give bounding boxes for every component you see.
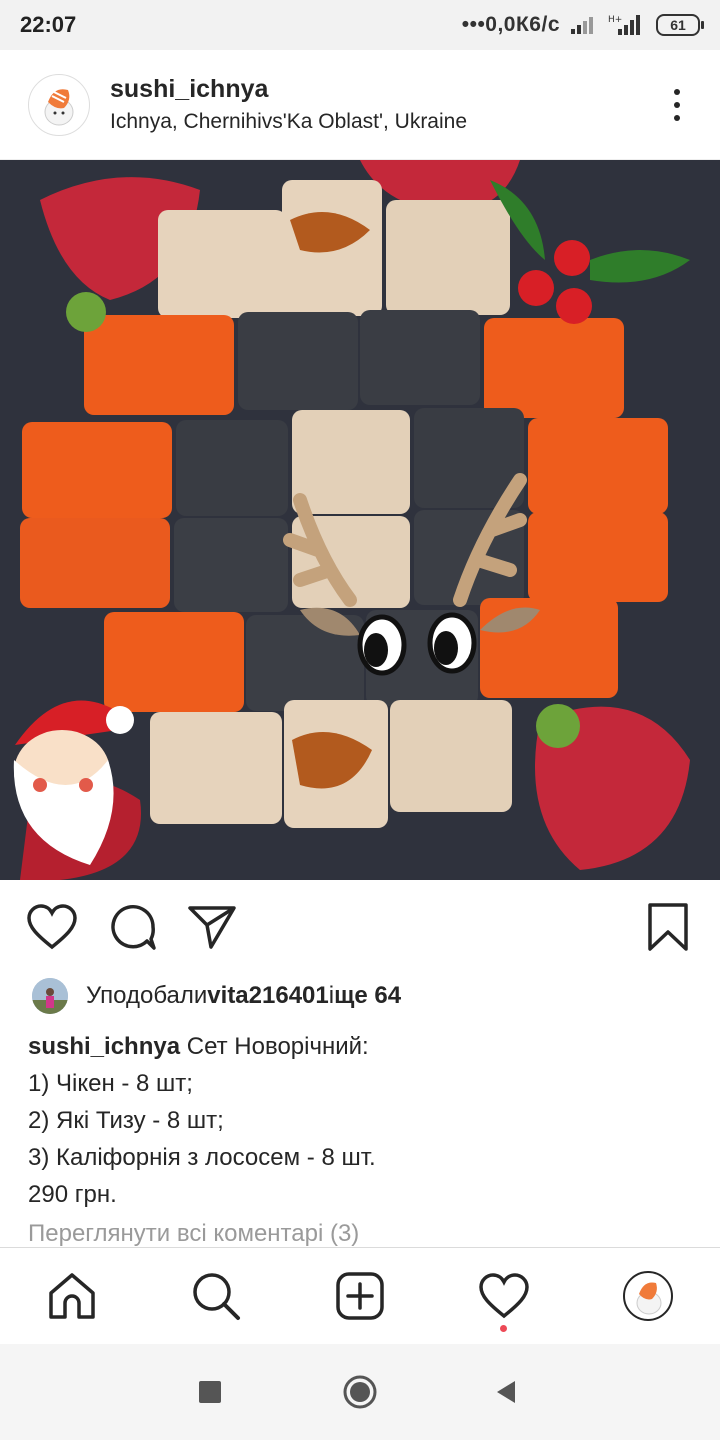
system-nav-bar <box>0 1344 720 1440</box>
caption-line: 2) Які Тизу - 8 шт; <box>28 1107 224 1134</box>
home-system-button[interactable] <box>340 1372 380 1412</box>
more-vertical-icon <box>674 88 680 95</box>
tab-profile[interactable] <box>622 1270 674 1322</box>
tab-activity[interactable] <box>478 1270 530 1322</box>
likes-prefix: Уподобали <box>86 982 208 1009</box>
comment-icon <box>111 905 156 950</box>
caption-line: 1) Чікен - 8 шт; <box>28 1070 193 1097</box>
caption-line: 290 грн. <box>28 1181 117 1208</box>
tab-home[interactable] <box>46 1270 98 1322</box>
liker-avatar[interactable] <box>32 978 68 1014</box>
caption-line: 3) Каліфорнія з лососем - 8 шт. <box>28 1144 376 1171</box>
bookmark-icon <box>648 903 688 951</box>
status-bar: 22:07 •••0,0К6/с H+ 61 <box>0 0 720 50</box>
liker-photo <box>32 978 68 1014</box>
notification-dot <box>500 1325 507 1332</box>
avatar[interactable] <box>28 73 90 136</box>
save-button[interactable] <box>643 902 693 952</box>
caption-username[interactable]: sushi_ichnya <box>28 1033 180 1060</box>
tab-search[interactable] <box>190 1270 242 1322</box>
view-all-comments-link[interactable]: Переглянути всі коментарі (3) <box>28 1220 359 1248</box>
back-triangle-icon <box>497 1381 515 1403</box>
svg-text:H+: H+ <box>608 15 622 25</box>
back-button[interactable] <box>486 1372 526 1412</box>
circle-icon <box>343 1375 377 1409</box>
like-button[interactable] <box>27 902 77 952</box>
comment-button[interactable] <box>108 902 158 952</box>
status-time: 22:07 <box>20 12 77 37</box>
sushi-set-image <box>0 160 720 880</box>
share-button[interactable] <box>187 902 237 952</box>
heart-icon <box>27 904 77 950</box>
signal-icon <box>571 17 593 34</box>
liker-username[interactable]: vita216401 <box>207 982 328 1010</box>
sushi-logo-icon <box>44 88 74 125</box>
add-post-icon <box>336 1272 384 1320</box>
likes-others[interactable]: ще 64 <box>334 982 401 1010</box>
more-options-button[interactable] <box>662 80 692 130</box>
post-caption: sushi_ichnya Сет Новорічний: 1) Чікен - … <box>28 1028 698 1213</box>
tab-new-post[interactable] <box>334 1270 386 1322</box>
bottom-tab-bar <box>0 1247 720 1344</box>
recents-button[interactable] <box>190 1372 230 1412</box>
post-location[interactable]: Ichnya, Chernihivs'Ka Oblast', Ukraine <box>110 110 467 134</box>
home-icon <box>49 1273 95 1319</box>
post-photo[interactable] <box>0 160 720 880</box>
likes-summary[interactable]: Уподобали vita216401 і ще 64 <box>32 976 401 1016</box>
send-icon <box>188 906 236 949</box>
profile-avatar <box>623 1271 673 1321</box>
signal-h-icon: H+ <box>608 15 640 35</box>
heart-icon <box>479 1273 529 1319</box>
post-username[interactable]: sushi_ichnya <box>110 75 467 104</box>
network-speed: •••0,0К6/с <box>461 13 560 36</box>
caption-line: Сет Новорічний: <box>186 1033 369 1060</box>
battery-indicator: 61 <box>656 14 704 36</box>
post-header: sushi_ichnya Ichnya, Chernihivs'Ka Oblas… <box>0 50 720 160</box>
post-actions <box>0 880 720 976</box>
square-icon <box>199 1381 221 1403</box>
search-icon <box>193 1273 240 1320</box>
